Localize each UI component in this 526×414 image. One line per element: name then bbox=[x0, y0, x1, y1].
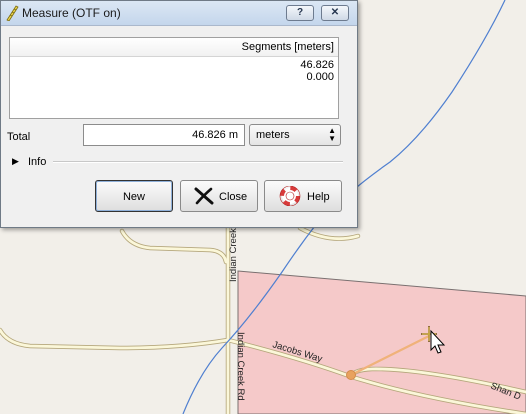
info-section-toggle[interactable]: Info bbox=[28, 156, 46, 168]
road-label-indian-creek-rd: Indian Creek Rd bbox=[235, 332, 246, 401]
measure-ruler-icon bbox=[6, 5, 19, 21]
dropdown-arrows-icon: ▲ ▼ bbox=[328, 126, 336, 143]
total-label: Total bbox=[7, 131, 31, 143]
lifebuoy-icon bbox=[279, 186, 301, 206]
segments-header-label: Segments [meters] bbox=[241, 41, 334, 53]
question-mark-icon: ? bbox=[296, 7, 304, 18]
help-button[interactable]: Help bbox=[264, 180, 342, 212]
units-value: meters bbox=[256, 129, 290, 141]
measure-start-point bbox=[346, 370, 356, 380]
measure-dialog: Measure (OTF on) ? ✕ Segments [meters] 4… bbox=[0, 0, 358, 228]
close-icon: ✕ bbox=[330, 7, 340, 18]
segments-table[interactable]: Segments [meters] 46.826 0.000 bbox=[9, 37, 339, 119]
segment-row[interactable]: 46.826 bbox=[300, 59, 334, 71]
units-dropdown[interactable]: meters ▲ ▼ bbox=[249, 124, 341, 146]
road-label-indian-creek-upper: Indian Creek bbox=[228, 228, 239, 282]
titlebar-close-button[interactable]: ✕ bbox=[321, 5, 349, 21]
titlebar-help-button[interactable]: ? bbox=[286, 5, 314, 21]
help-button-label: Help bbox=[307, 191, 330, 203]
new-button[interactable]: New bbox=[95, 180, 173, 212]
close-button[interactable]: Close bbox=[180, 180, 258, 212]
total-field[interactable]: 46.826 m bbox=[83, 124, 245, 146]
close-x-icon bbox=[194, 187, 214, 205]
close-button-label: Close bbox=[219, 191, 248, 203]
new-button-label: New bbox=[122, 191, 145, 203]
dialog-titlebar[interactable]: Measure (OTF on) ? ✕ bbox=[1, 1, 357, 26]
segment-row[interactable]: 0.000 bbox=[306, 71, 334, 83]
segments-header[interactable]: Segments [meters] bbox=[10, 38, 338, 57]
expand-arrow-icon[interactable]: ▶ bbox=[12, 156, 19, 167]
info-divider bbox=[53, 161, 343, 163]
dialog-title: Measure (OTF on) bbox=[22, 6, 121, 20]
total-value: 46.826 m bbox=[192, 129, 238, 141]
